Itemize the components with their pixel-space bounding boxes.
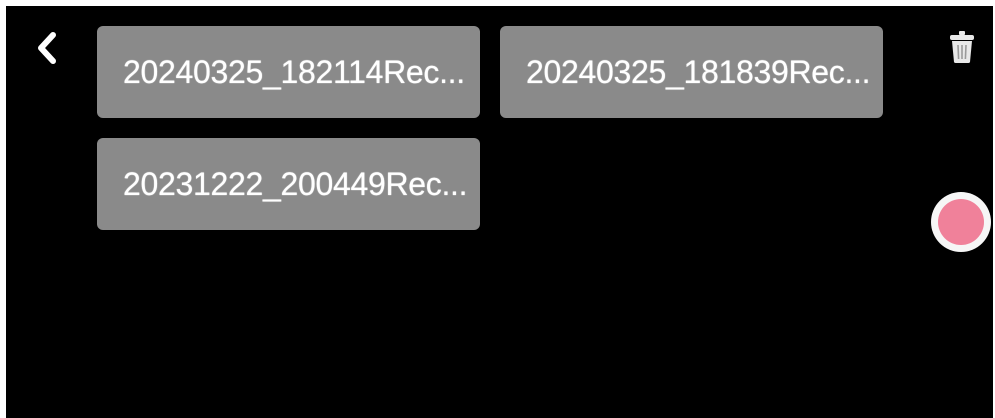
recording-file-name: 20231222_200449Rec... xyxy=(123,165,468,202)
chevron-left-icon xyxy=(38,32,56,64)
record-button[interactable] xyxy=(931,192,991,252)
record-icon xyxy=(938,199,984,245)
delete-button[interactable] xyxy=(944,26,980,68)
recording-file-name: 20240325_182114Rec... xyxy=(123,53,465,90)
recording-file-tile[interactable]: 20231222_200449Rec... xyxy=(97,138,480,230)
recording-file-name: 20240325_181839Rec... xyxy=(526,53,871,90)
trash-icon xyxy=(950,31,974,63)
recording-file-tile[interactable]: 20240325_182114Rec... xyxy=(97,26,480,118)
recording-file-tile[interactable]: 20240325_181839Rec... xyxy=(500,26,883,118)
recordings-screen: 20240325_182114Rec... 20240325_181839Rec… xyxy=(6,6,993,418)
recordings-grid: 20240325_182114Rec... 20240325_181839Rec… xyxy=(97,26,897,236)
back-button[interactable] xyxy=(30,26,64,70)
